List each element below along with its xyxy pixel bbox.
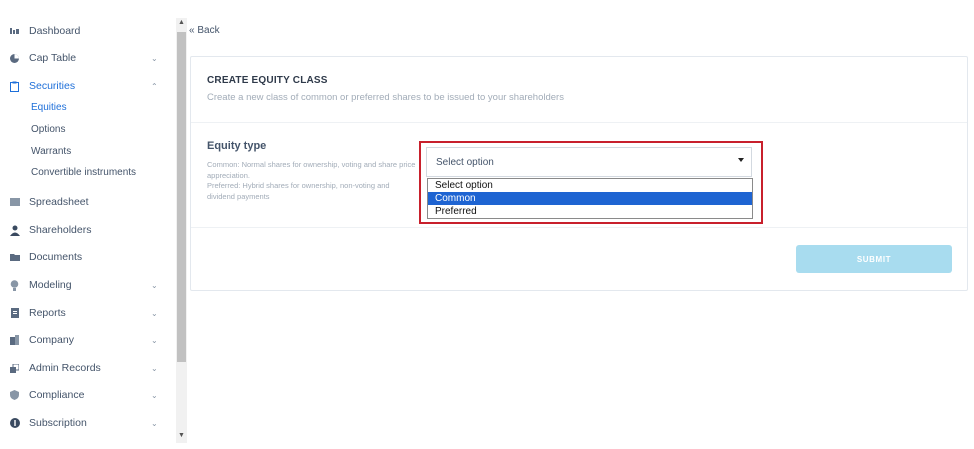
sidebar-item-shareholders[interactable]: Shareholders bbox=[0, 219, 170, 241]
sidebar-subitem-options[interactable]: Options bbox=[31, 124, 65, 135]
sidebar-item-modeling[interactable]: Modeling ⌄ bbox=[0, 274, 170, 296]
chevron-down-icon[interactable]: ⌄ bbox=[151, 391, 158, 400]
sidebar-item-label: Securities bbox=[29, 80, 76, 92]
bar-chart-icon bbox=[9, 26, 20, 37]
sidebar-item-label: Shareholders bbox=[29, 224, 92, 236]
sidebar-item-label: Subscription bbox=[29, 417, 87, 429]
equity-type-help: Common: Normal shares for ownership, vot… bbox=[207, 160, 417, 202]
card-title: CREATE EQUITY CLASS bbox=[207, 75, 328, 86]
pie-chart-icon bbox=[9, 53, 20, 64]
card-header: CREATE EQUITY CLASS Create a new class o… bbox=[191, 57, 967, 123]
sidebar-item-compliance[interactable]: Compliance ⌄ bbox=[0, 384, 170, 406]
card-subtitle: Create a new class of common or preferre… bbox=[207, 92, 564, 103]
user-icon bbox=[9, 225, 20, 236]
building-icon bbox=[9, 335, 20, 346]
equity-type-help-common: Common: Normal shares for ownership, vot… bbox=[207, 160, 416, 180]
sidebar-item-label: Documents bbox=[29, 251, 83, 263]
equity-type-help-preferred: Preferred: Hybrid shares for ownership, … bbox=[207, 181, 390, 201]
sidebar-item-dashboard[interactable]: Dashboard bbox=[0, 20, 170, 42]
chevron-down-icon[interactable]: ⌄ bbox=[151, 54, 158, 63]
sidebar-scrollbar-thumb[interactable] bbox=[177, 32, 186, 362]
sidebar-item-reports[interactable]: Reports ⌄ bbox=[0, 302, 170, 324]
shield-icon bbox=[9, 390, 20, 401]
sidebar-item-label: Dashboard bbox=[29, 25, 81, 37]
sidebar-subitem-equities[interactable]: Equities bbox=[31, 102, 67, 113]
scroll-up-arrow-icon[interactable]: ▲ bbox=[178, 19, 185, 26]
sidebar-item-spreadsheet[interactable]: Spreadsheet bbox=[0, 191, 170, 213]
sidebar-item-label: Admin Records bbox=[29, 362, 101, 374]
sidebar-item-subscription[interactable]: Subscription ⌄ bbox=[0, 412, 170, 434]
sidebar-subitem-convertible-instruments[interactable]: Convertible instruments bbox=[31, 167, 136, 178]
sidebar-item-cap-table[interactable]: Cap Table ⌄ bbox=[0, 47, 170, 69]
sidebar-item-admin-records[interactable]: Admin Records ⌄ bbox=[0, 357, 170, 379]
chevron-down-icon[interactable]: ⌄ bbox=[151, 364, 158, 373]
chevron-down-icon[interactable]: ⌄ bbox=[151, 309, 158, 318]
chevron-up-icon[interactable]: ⌃ bbox=[151, 82, 158, 91]
sidebar-item-securities[interactable]: Securities ⌃ bbox=[0, 75, 170, 97]
chevron-down-icon[interactable]: ⌄ bbox=[151, 336, 158, 345]
dollar-icon bbox=[9, 418, 20, 429]
admin-records-icon bbox=[9, 363, 20, 374]
folder-icon bbox=[9, 252, 20, 263]
chevron-down-icon[interactable]: ⌄ bbox=[151, 419, 158, 428]
sidebar-item-label: Spreadsheet bbox=[29, 196, 89, 208]
scroll-down-arrow-icon[interactable]: ▼ bbox=[178, 432, 185, 439]
sidebar-item-label: Reports bbox=[29, 307, 66, 319]
sidebar-subitem-warrants[interactable]: Warrants bbox=[31, 146, 71, 157]
report-icon bbox=[9, 308, 20, 319]
spreadsheet-icon bbox=[9, 197, 20, 208]
chevron-down-icon[interactable]: ⌄ bbox=[151, 281, 158, 290]
sidebar-item-documents[interactable]: Documents bbox=[0, 246, 170, 268]
back-link[interactable]: « Back bbox=[189, 25, 220, 36]
sidebar-item-label: Company bbox=[29, 334, 74, 346]
clipboard-icon bbox=[9, 81, 20, 92]
sidebar: Dashboard Cap Table ⌄ Securities ⌃ Equit… bbox=[0, 0, 176, 449]
sidebar-item-label: Cap Table bbox=[29, 52, 77, 64]
card-divider bbox=[191, 227, 967, 228]
highlight-box bbox=[419, 141, 763, 224]
equity-type-label: Equity type bbox=[207, 140, 267, 152]
sidebar-item-company[interactable]: Company ⌄ bbox=[0, 329, 170, 351]
lightbulb-icon bbox=[9, 279, 20, 291]
submit-button[interactable]: SUBMIT bbox=[796, 245, 952, 273]
sidebar-item-label: Compliance bbox=[29, 389, 85, 401]
sidebar-item-label: Modeling bbox=[29, 279, 72, 291]
